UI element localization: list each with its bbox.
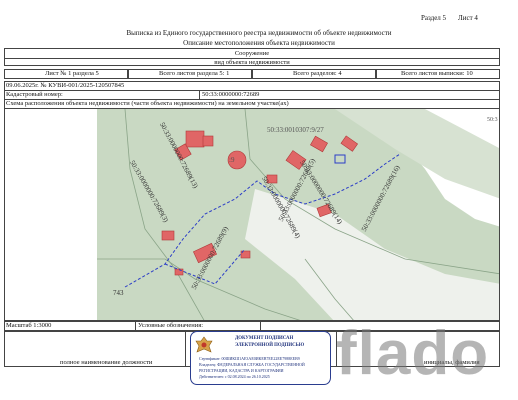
map-label-edge: 50:3 [487, 117, 498, 123]
legend-label: Условные обозначения: [138, 322, 204, 329]
scale-cell: Масштаб 1:3000 [4, 321, 136, 331]
emblem-icon [195, 336, 213, 353]
sheet-cell: Лист № 1 раздела 5 [4, 69, 128, 79]
stamp-owner-2: РЕГИСТРАЦИИ, КАДАСТРА И КАРТОГРАФИИ [199, 368, 284, 373]
object-type: Сооружение [234, 50, 270, 57]
document-title: Выписка из Единого государственного реес… [126, 29, 392, 37]
map-drawing [5, 109, 499, 320]
stamp-title: ДОКУМЕНТ ПОДПИСАН [235, 336, 294, 341]
stamp-valid: Действителен: с 02.08.2024 по 26.10.2025 [199, 374, 270, 379]
signature-divider-1 [185, 331, 186, 367]
map-label-parcel: 50:33:0010307:9/27 [267, 126, 324, 134]
cadastral-map: 50:33:0010307:9/27 :9 50:33:0000000:7268… [4, 108, 500, 321]
object-type-caption: вид объекта недвижимости [5, 58, 499, 67]
footer-position: полное наименование должности [60, 359, 153, 366]
total-in-section-cell: Всего листов раздела 5: 1 [128, 69, 252, 79]
stamp-subtitle: ЭЛЕКТРОННОЙ ПОДПИСЬЮ [235, 343, 305, 348]
scheme-caption: Схема расположения объекта недвижимости … [6, 100, 289, 107]
watermark-logo: flado [336, 319, 490, 388]
object-type-box: Сооружение вид объекта недвижимости [4, 48, 500, 66]
document-subtitle: Описание местоположения объекта недвижим… [183, 39, 335, 47]
scale-label: Масштаб 1:3000 [6, 322, 52, 329]
total-in-section-label: Всего листов раздела 5: 1 [159, 70, 230, 77]
map-label-parcel-9: :9 [229, 156, 235, 164]
cadastral-label: Кадастровый номер: [6, 91, 63, 98]
total-sheets-cell: Всего листов выписки: 10 [376, 69, 500, 79]
cadastral-value: 50:33:0000000:72689 [202, 91, 260, 98]
total-sheets-label: Всего листов выписки: 10 [401, 70, 473, 77]
total-sections-cell: Всего разделов: 4 [252, 69, 376, 79]
date-number: 09.06.2025г. № КУВИ-001/2025-120507845 [6, 82, 125, 89]
stamp-owner: Владелец: ФЕДЕРАЛЬНАЯ СЛУЖБА ГОСУДАРСТВЕ… [199, 362, 305, 367]
total-sections-label: Всего разделов: 4 [293, 70, 342, 77]
map-label-plot-743: 743 [113, 289, 124, 297]
sheet-label: Лист № 1 раздела 5 [45, 70, 99, 77]
stamp-cert: Сертификат: 00ШИКШ1АЕ3АЕ0ИКЕВ7ЕЕ22ЕЕ7988… [199, 356, 300, 361]
e-signature-stamp: ДОКУМЕНТ ПОДПИСАН ЭЛЕКТРОННОЙ ПОДПИСЬЮ С… [190, 331, 331, 385]
legend-cell: Условные обозначения: [135, 321, 261, 331]
section-number: Раздел 5 [421, 14, 447, 22]
sheet-number: Лист 4 [458, 14, 478, 22]
